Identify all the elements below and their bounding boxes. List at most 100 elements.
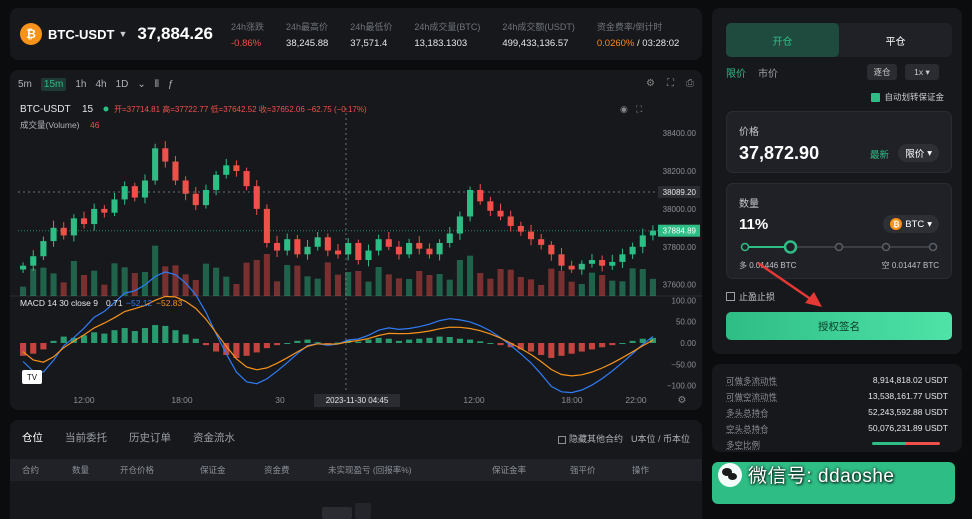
macd-hist-bar bbox=[172, 330, 179, 343]
margin-mode-button[interactable]: 逐仓 bbox=[867, 64, 897, 80]
price-chart[interactable]: 38400.00 38200.00 38000.00 37800.00 37600.00… bbox=[10, 70, 702, 410]
more-timeframes-icon[interactable]: ⌄ bbox=[137, 79, 145, 90]
volume-bar bbox=[467, 255, 474, 296]
qty-unit-select[interactable]: ₿ BTC ▾ bbox=[883, 215, 939, 233]
tab-market[interactable]: 市价 bbox=[758, 65, 778, 80]
macd-hist-bar bbox=[416, 338, 423, 343]
macd-hist-bar bbox=[355, 341, 362, 343]
chart-type-icon[interactable]: ⫴ bbox=[155, 79, 159, 90]
tab-open-orders[interactable]: 当前委托 bbox=[65, 430, 107, 445]
slider-step[interactable] bbox=[881, 242, 891, 252]
positions-table-header: 合约 数量 开仓价格 保证金 资金费 未实现盈亏 (回报率%) 保证金率 强平价… bbox=[10, 459, 702, 481]
slider-thumb[interactable] bbox=[783, 240, 798, 254]
candle-body bbox=[527, 231, 535, 240]
macd-hist-bar bbox=[609, 343, 616, 346]
time-tick-label: 18:00 bbox=[171, 395, 193, 405]
qty-input[interactable]: 11% bbox=[739, 216, 768, 233]
caret-down-icon[interactable]: ▼ bbox=[118, 29, 127, 39]
screenshot-icon[interactable]: ⎙ bbox=[686, 78, 694, 89]
candle-body bbox=[243, 171, 250, 187]
legend-interval: 15 bbox=[82, 104, 94, 115]
candle-body bbox=[60, 227, 67, 236]
qty-slider[interactable] bbox=[739, 239, 939, 255]
fullscreen-icon[interactable]: ⛶ bbox=[667, 78, 674, 89]
macd-hist-bar bbox=[131, 331, 138, 343]
auto-margin-toggle[interactable]: 自动划转保证金 bbox=[871, 91, 944, 103]
volume-bar bbox=[558, 271, 565, 296]
volume-bar bbox=[548, 268, 555, 296]
volume-bar bbox=[426, 275, 433, 296]
stat-row: 空头总持仓 50,076,231.89 USDT bbox=[726, 423, 948, 435]
price-input[interactable]: 37,872.90 bbox=[739, 143, 819, 164]
hide-legend-icon: ◉ bbox=[620, 104, 628, 114]
time-tick-label: 18:00 bbox=[561, 395, 583, 405]
stat-key: 可做多流动性 bbox=[726, 376, 778, 386]
unit-toggle[interactable]: U本位 / 币本位 bbox=[631, 432, 690, 445]
pair-selector[interactable]: BTC-USDT bbox=[48, 27, 114, 42]
timeframe-5m[interactable]: 5m bbox=[18, 79, 32, 90]
tab-order-history[interactable]: 历史订单 bbox=[129, 430, 171, 445]
tab-positions[interactable]: 仓位 bbox=[22, 430, 43, 445]
tab-close[interactable]: 平仓 bbox=[839, 23, 952, 57]
stop-toggle[interactable]: 止盈止损 bbox=[726, 290, 775, 303]
stat-key: 多空比例 bbox=[726, 440, 761, 450]
latest-price-button[interactable]: 最新 bbox=[870, 147, 889, 161]
tab-funding-flow[interactable]: 资金流水 bbox=[193, 430, 235, 445]
checkbox-icon[interactable] bbox=[557, 435, 566, 444]
checkbox-checked-icon[interactable] bbox=[871, 92, 881, 102]
macd-hist-bar bbox=[213, 343, 220, 352]
tab-open[interactable]: 开仓 bbox=[726, 23, 839, 57]
legend-symbol: BTC-USDT bbox=[20, 104, 71, 115]
candle-body bbox=[162, 148, 169, 162]
candle-body bbox=[649, 230, 656, 236]
long-qty: 多 0.01446 BTC bbox=[739, 261, 797, 270]
col-margin: 保证金 bbox=[200, 465, 226, 475]
ticker-bar: ₿ BTC-USDT ▼ 37,884.26 24h涨跌 -0.86% 24h最… bbox=[10, 8, 702, 60]
checkbox-icon[interactable] bbox=[726, 292, 735, 301]
timeframe-1h[interactable]: 1h bbox=[75, 79, 86, 90]
qty-label: 数量 bbox=[739, 199, 759, 210]
slider-step[interactable] bbox=[834, 242, 844, 252]
slider-step[interactable] bbox=[928, 242, 938, 252]
candle-body bbox=[345, 242, 352, 255]
chart-panel[interactable]: 38400.00 38200.00 38000.00 37800.00 37600.00… bbox=[10, 70, 702, 410]
settings-icon[interactable]: ⚙ bbox=[646, 78, 655, 89]
volume-bar bbox=[446, 279, 453, 296]
candle-body bbox=[467, 189, 474, 217]
hide-other-toggle[interactable]: 隐藏其他合约 bbox=[557, 432, 623, 445]
stat-label: 24h成交量(BTC) bbox=[414, 21, 481, 32]
macd-hist-bar bbox=[294, 340, 301, 343]
candle-body bbox=[182, 180, 189, 194]
legend-volume-label: 成交量(Volume) bbox=[20, 120, 80, 130]
macd-hist-bar bbox=[599, 343, 606, 348]
candle-body bbox=[294, 239, 301, 255]
tab-limit[interactable]: 限价 bbox=[726, 65, 746, 80]
leverage-button[interactable]: 1x ▾ bbox=[905, 64, 939, 80]
volume-bar bbox=[91, 270, 98, 296]
stat-value: 13,183.1303 bbox=[414, 37, 468, 49]
candle-body bbox=[111, 199, 118, 213]
quantity-input-box[interactable]: 数量 11% ₿ BTC ▾ 多 0.01446 BTC 空 0.01447 BT… bbox=[726, 183, 952, 279]
authorize-sign-button[interactable]: 授权签名 bbox=[726, 312, 952, 340]
stat-key: 空头总持仓 bbox=[726, 424, 769, 434]
volume-bar bbox=[30, 268, 37, 296]
stat-value: -0.86% bbox=[231, 37, 262, 49]
timeframe-15m[interactable]: 15m bbox=[40, 78, 67, 91]
funding-countdown: 03:28:02 bbox=[642, 37, 680, 49]
volume-bar bbox=[345, 272, 352, 296]
stat-value: 37,571.4 bbox=[350, 37, 388, 49]
macd-hist-bar bbox=[527, 343, 535, 352]
candle-body bbox=[263, 208, 270, 243]
volume-bar bbox=[131, 273, 138, 296]
slider-step[interactable] bbox=[740, 242, 750, 252]
timeframe-1d[interactable]: 1D bbox=[116, 79, 129, 90]
col-qty: 数量 bbox=[72, 465, 90, 475]
price-type-select[interactable]: 限价 ▾ bbox=[898, 144, 939, 162]
auto-margin-label: 自动划转保证金 bbox=[884, 92, 944, 102]
indicators-icon[interactable]: ƒ bbox=[168, 79, 174, 90]
macd-hist-bar bbox=[101, 333, 108, 343]
chevron-down-icon: ▾ bbox=[927, 218, 932, 230]
candle-body bbox=[426, 248, 433, 255]
price-input-box[interactable]: 价格 37,872.90 最新 限价 ▾ bbox=[726, 111, 952, 173]
timeframe-4h[interactable]: 4h bbox=[95, 79, 106, 90]
